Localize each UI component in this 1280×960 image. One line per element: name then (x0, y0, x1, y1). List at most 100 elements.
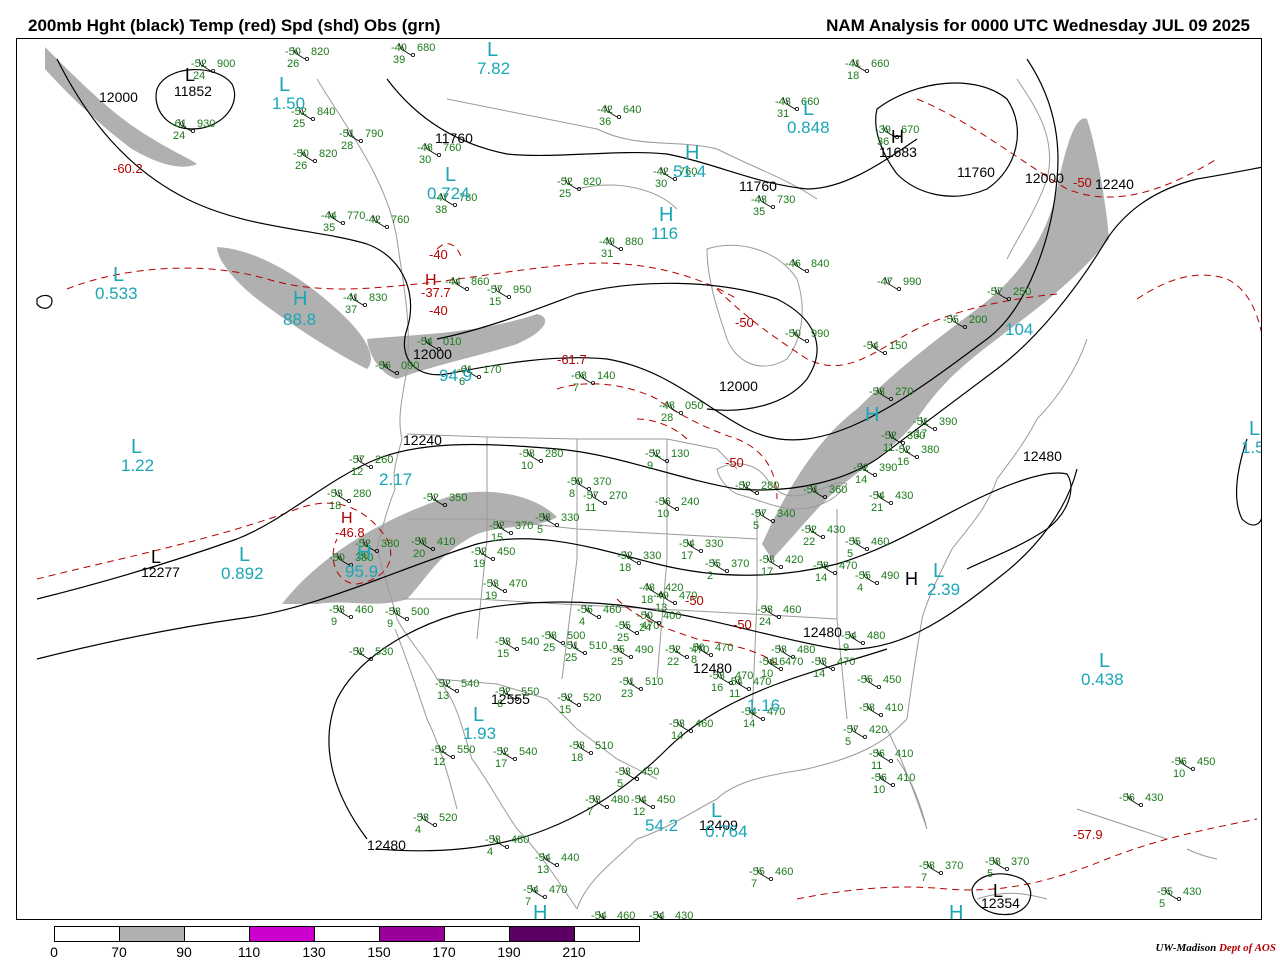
obs-height: 770 (347, 210, 365, 222)
obs-temp: -51 (913, 416, 929, 428)
coastline-gulf (576, 718, 908, 910)
station-obs: -52 540 13 (435, 678, 479, 702)
colorbar-segment (185, 927, 250, 941)
caribbean-islands (976, 808, 1218, 900)
obs-height: 390 (939, 416, 957, 428)
obs-temp: -48 (417, 142, 433, 154)
obs-temp: -47 (877, 276, 893, 288)
obs-dewpoint-depression: 5 (753, 520, 759, 532)
station-marker (543, 895, 548, 900)
obs-height: 510 (595, 740, 613, 752)
credit-dept: Dept of AOS (1218, 942, 1276, 954)
height-label: 12480 (1023, 448, 1062, 464)
obs-height: 470 (837, 656, 855, 668)
obs-temp: -56 (1171, 756, 1187, 768)
obs-temp: -54 (863, 340, 879, 352)
obs-temp: -53 (669, 718, 685, 730)
station-marker (915, 454, 920, 459)
obs-dewpoint-depression: 24 (639, 622, 651, 634)
station-marker (539, 458, 544, 463)
speed-label: 116 (651, 224, 678, 243)
temp-label: -40 (429, 247, 448, 262)
obs-dewpoint-depression: 14 (855, 474, 867, 486)
station-obs: -53 280 18 (327, 488, 371, 512)
obs-temp: -55 (845, 536, 861, 548)
obs-height: 430 (1145, 792, 1163, 804)
obs-temp: -42 (653, 166, 669, 178)
obs-temp: -52 (493, 746, 509, 758)
obs-temp: -58 (919, 860, 935, 872)
obs-temp: -53 (811, 656, 827, 668)
station-obs: -53 470 14 (811, 656, 855, 680)
station-obs: -54 440 13 (535, 852, 579, 876)
obs-height: 360 (829, 484, 847, 496)
obs-dewpoint-depression: 5 (537, 524, 543, 536)
obs-height: 460 (695, 718, 713, 730)
obs-height: 450 (641, 766, 659, 778)
obs-height: 990 (811, 328, 829, 340)
obs-dewpoint-depression: 4 (487, 846, 493, 858)
map-canvas: -52 90024-61 93024-50 82026-40 68039-52 84025… (36, 39, 1261, 919)
station-marker (362, 302, 367, 307)
station-obs: -52 450 19 (471, 546, 515, 570)
obs-height: 370 (731, 558, 749, 570)
obs-dewpoint-depression: 13 (537, 864, 549, 876)
low-marker: L (239, 544, 250, 566)
station-marker (555, 522, 560, 527)
obs-height: 410 (897, 772, 915, 784)
station-marker (861, 641, 866, 646)
obs-dewpoint-depression: 5 (847, 548, 853, 560)
colorbar-tick: 150 (367, 944, 391, 960)
high-marker: H (357, 542, 371, 564)
obs-height: 270 (609, 490, 627, 502)
station-obs: -50 820 26 (293, 148, 337, 172)
station-marker (404, 617, 409, 622)
obs-temp: -51 (619, 676, 635, 688)
obs-dewpoint-depression: 18 (847, 70, 859, 82)
station-marker (875, 581, 880, 586)
speed-label: 0.533 (95, 284, 138, 303)
station-marker (310, 117, 315, 122)
obs-temp: -51 (339, 128, 355, 140)
obs-temp: -58 (985, 856, 1001, 868)
station-marker (190, 129, 195, 134)
station-obs: -56 410 11 (869, 748, 913, 772)
obs-temp: -50 (285, 46, 301, 58)
height-label: 11852 (174, 83, 212, 99)
obs-dewpoint-depression: 15 (489, 296, 501, 308)
obs-dewpoint-depression: 14 (743, 718, 755, 730)
station-marker (889, 759, 894, 764)
obs-temp: -59 (567, 476, 583, 488)
obs-dewpoint-depression: 25 (293, 118, 305, 130)
high-marker: H (685, 142, 699, 164)
station-obs: -47 990 (877, 276, 921, 291)
obs-height: 410 (895, 748, 913, 760)
low-marker: L (1099, 650, 1110, 672)
station-obs: -42 760 (365, 214, 409, 229)
obs-height: 460 (783, 604, 801, 616)
obs-height: 460 (871, 536, 889, 548)
obs-height: 330 (561, 512, 579, 524)
station-marker (436, 153, 441, 158)
obs-height: 470 (785, 656, 803, 668)
obs-dewpoint-depression: 25 (611, 656, 623, 668)
station-obs: -58 410 (859, 702, 903, 718)
obs-temp: -57 (987, 286, 1003, 298)
colorbar-tick: 210 (562, 944, 586, 960)
station-marker (725, 569, 730, 574)
station-marker (490, 557, 495, 562)
low-marker: L (487, 39, 498, 61)
station-marker (506, 294, 511, 299)
obs-dewpoint-depression: 5 (845, 736, 851, 748)
obs-height: 820 (583, 176, 601, 188)
station-obs: -41 660 18 (845, 58, 889, 82)
speed-label: 1.22 (121, 456, 154, 475)
station-obs: -50 820 26 (285, 46, 329, 70)
high-marker: H (293, 288, 307, 310)
station-marker (679, 410, 684, 415)
station-marker (555, 863, 560, 868)
obs-temp: -58 (519, 448, 535, 460)
station-marker (673, 601, 678, 606)
obs-temp: -58 (541, 630, 557, 642)
obs-height: 430 (895, 490, 913, 502)
